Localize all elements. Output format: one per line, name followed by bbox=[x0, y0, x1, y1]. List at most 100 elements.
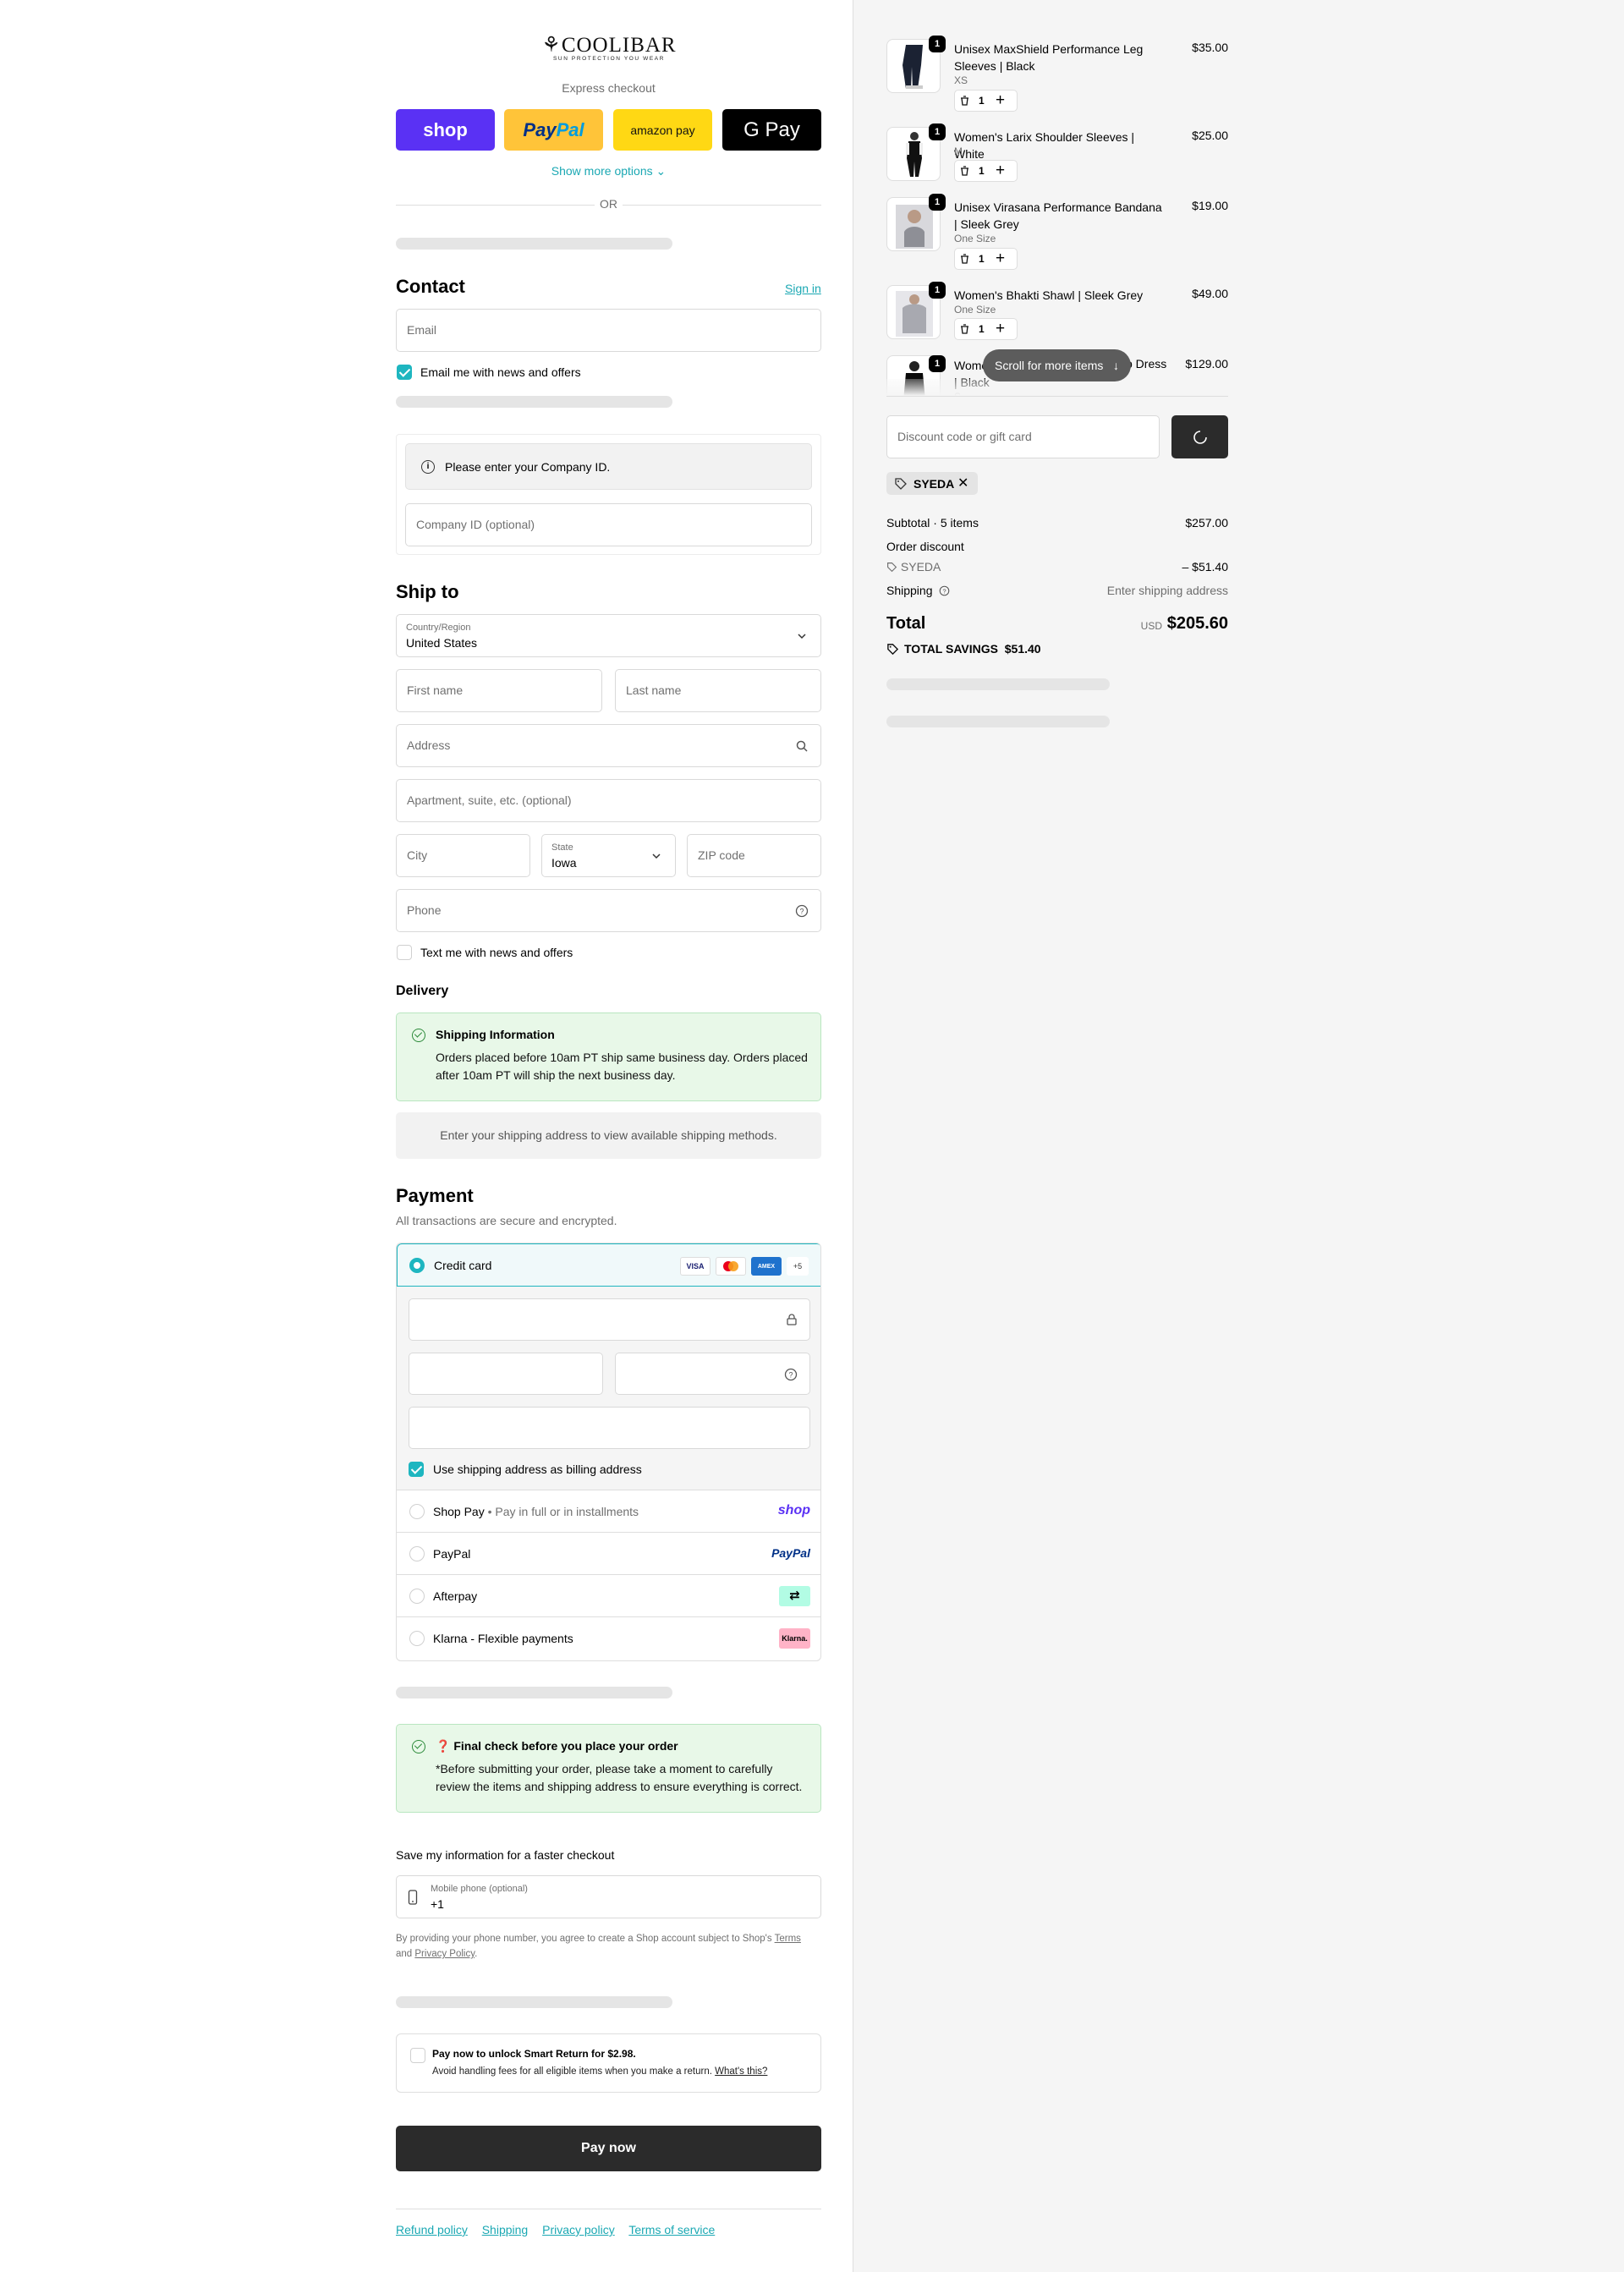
mobile-phone-field[interactable]: Mobile phone (optional) +1 bbox=[396, 1875, 821, 1918]
quantity-value: 1 bbox=[979, 95, 985, 107]
billing-same-checkbox[interactable] bbox=[409, 1462, 424, 1477]
item-name: Women's Larix Shoulder Sleeves | White bbox=[954, 130, 1135, 161]
privacy-link[interactable]: Privacy Policy bbox=[414, 1949, 475, 1959]
quantity-stepper[interactable]: 1 + bbox=[954, 90, 1018, 112]
city-field[interactable]: City bbox=[396, 834, 530, 877]
paypal-option[interactable]: PayPal PayPal bbox=[397, 1533, 820, 1575]
smart-return-title: Pay now to unlock Smart Return for $2.98… bbox=[432, 2048, 636, 2060]
last-name-field[interactable]: Last name bbox=[615, 669, 821, 712]
shop-pay-option[interactable]: Shop Pay • Pay in full or in installment… bbox=[397, 1490, 820, 1533]
quantity-badge: 1 bbox=[929, 194, 946, 211]
shipping-policy-link[interactable]: Shipping bbox=[482, 2223, 529, 2236]
shop-legal-text: By providing your phone number, you agre… bbox=[396, 1931, 821, 1962]
express-checkout-title: Express checkout bbox=[562, 81, 656, 95]
help-icon[interactable]: ? bbox=[939, 585, 950, 596]
quantity-badge: 1 bbox=[929, 36, 946, 52]
email-field[interactable]: Email bbox=[396, 309, 821, 352]
pay-now-button[interactable]: Pay now bbox=[396, 2126, 821, 2171]
email-optin-checkbox[interactable] bbox=[397, 365, 412, 380]
text-optin-checkbox[interactable] bbox=[397, 945, 412, 960]
card-cvv-field[interactable]: ? bbox=[615, 1353, 810, 1395]
discount-value: – $51.40 bbox=[1182, 560, 1229, 573]
address-field[interactable]: Address bbox=[396, 724, 821, 767]
sign-in-link[interactable]: Sign in bbox=[785, 282, 821, 295]
company-id-section: i Please enter your Company ID. Company … bbox=[396, 434, 821, 555]
svg-text:?: ? bbox=[788, 1371, 793, 1380]
check-circle-icon bbox=[412, 1740, 425, 1753]
item-price: $129.00 bbox=[1185, 357, 1228, 370]
plus-icon[interactable]: + bbox=[996, 250, 1005, 267]
trash-icon[interactable] bbox=[960, 166, 969, 176]
credit-card-radio[interactable] bbox=[409, 1258, 425, 1273]
card-expiry-field[interactable] bbox=[409, 1353, 603, 1395]
item-name-end: p Dress bbox=[1126, 357, 1167, 370]
refund-policy-link[interactable]: Refund policy bbox=[396, 2223, 468, 2236]
smart-return-checkbox[interactable] bbox=[410, 2048, 425, 2063]
help-icon[interactable]: ? bbox=[795, 904, 809, 918]
plus-icon[interactable]: + bbox=[996, 162, 1005, 179]
paypal-logo: PayPal bbox=[771, 1546, 810, 1560]
quantity-stepper[interactable]: 1 + bbox=[954, 318, 1018, 340]
apartment-field[interactable]: Apartment, suite, etc. (optional) bbox=[396, 779, 821, 822]
shop-pay-radio[interactable] bbox=[409, 1504, 425, 1519]
save-info-heading: Save my information for a faster checkou… bbox=[396, 1848, 615, 1862]
paypal-button[interactable]: Pay Pal bbox=[504, 109, 603, 151]
show-more-options-link[interactable]: Show more options ⌄ bbox=[396, 164, 821, 178]
company-id-field[interactable]: Company ID (optional) bbox=[405, 503, 812, 546]
zip-field[interactable]: ZIP code bbox=[687, 834, 821, 877]
currency-code: USD bbox=[1140, 620, 1162, 632]
phone-field[interactable]: Phone ? bbox=[396, 889, 821, 932]
privacy-policy-link[interactable]: Privacy policy bbox=[542, 2223, 615, 2236]
whats-this-link[interactable]: What's this? bbox=[715, 2066, 767, 2077]
klarna-radio[interactable] bbox=[409, 1631, 425, 1646]
applied-code-text: SYEDA bbox=[914, 477, 955, 491]
lock-icon bbox=[787, 1314, 797, 1325]
klarna-option[interactable]: Klarna - Flexible payments Klarna. bbox=[397, 1617, 820, 1660]
afterpay-option[interactable]: Afterpay ⇄ bbox=[397, 1575, 820, 1617]
item-variant: XS bbox=[954, 74, 968, 86]
credit-card-option[interactable]: Credit card VISA AMEX +5 bbox=[397, 1243, 820, 1287]
quantity-badge: 1 bbox=[929, 123, 946, 140]
quantity-stepper[interactable]: 1 + bbox=[954, 248, 1018, 270]
afterpay-radio[interactable] bbox=[409, 1589, 425, 1604]
country-select[interactable]: Country/Region United States bbox=[396, 614, 821, 657]
item-price: $35.00 bbox=[1192, 41, 1228, 54]
contact-heading: Contact bbox=[396, 276, 465, 297]
card-name-field[interactable] bbox=[409, 1407, 810, 1449]
trash-icon[interactable] bbox=[960, 324, 969, 334]
brand-logo[interactable]: ⚘COOLIBAR SUN PROTECTION YOU WEAR bbox=[536, 35, 682, 63]
google-pay-button[interactable]: G Pay bbox=[722, 109, 821, 151]
scroll-more-items-button[interactable]: Scroll for more items ↓ bbox=[983, 349, 1131, 381]
paypal-label-pal: Pal bbox=[556, 118, 584, 140]
credit-card-form: ? Use shipping address as billing addres… bbox=[397, 1287, 820, 1490]
quantity-stepper[interactable]: 1 + bbox=[954, 160, 1018, 182]
terms-link[interactable]: Terms bbox=[775, 1934, 801, 1944]
or-divider: OR bbox=[396, 197, 821, 212]
visa-icon: VISA bbox=[680, 1257, 710, 1276]
cart-item: 1 Women's Bhakti Shawl | Sleek Grey One … bbox=[886, 282, 1228, 343]
tag-icon bbox=[887, 563, 897, 573]
trash-icon[interactable] bbox=[960, 254, 969, 264]
terms-of-service-link[interactable]: Terms of service bbox=[628, 2223, 715, 2236]
loading-skeleton bbox=[886, 678, 1110, 690]
item-name: Women's Bhakti Shawl | Sleek Grey bbox=[954, 288, 1144, 302]
card-number-field[interactable] bbox=[409, 1298, 810, 1341]
discount-code-field[interactable]: Discount code or gift card bbox=[886, 415, 1160, 458]
plus-icon[interactable]: + bbox=[996, 321, 1005, 338]
trash-icon[interactable] bbox=[960, 96, 969, 106]
paypal-radio[interactable] bbox=[409, 1546, 425, 1561]
quantity-badge: 1 bbox=[929, 282, 946, 299]
payment-subtitle: All transactions are secure and encrypte… bbox=[396, 1214, 617, 1227]
help-icon[interactable]: ? bbox=[784, 1368, 798, 1381]
phone-placeholder: Phone bbox=[407, 903, 442, 917]
apply-discount-button[interactable] bbox=[1171, 415, 1228, 458]
close-icon[interactable]: ✕ bbox=[957, 475, 968, 491]
amazon-pay-button[interactable]: amazon pay bbox=[613, 109, 712, 151]
savings-value: $51.40 bbox=[1004, 642, 1041, 656]
state-select[interactable]: State Iowa bbox=[541, 834, 676, 877]
plus-icon[interactable]: + bbox=[996, 92, 1005, 109]
first-name-field[interactable]: First name bbox=[396, 669, 602, 712]
state-value: Iowa bbox=[551, 856, 577, 870]
shop-pay-button[interactable]: shop bbox=[396, 109, 495, 151]
item-price: $19.00 bbox=[1192, 199, 1228, 212]
